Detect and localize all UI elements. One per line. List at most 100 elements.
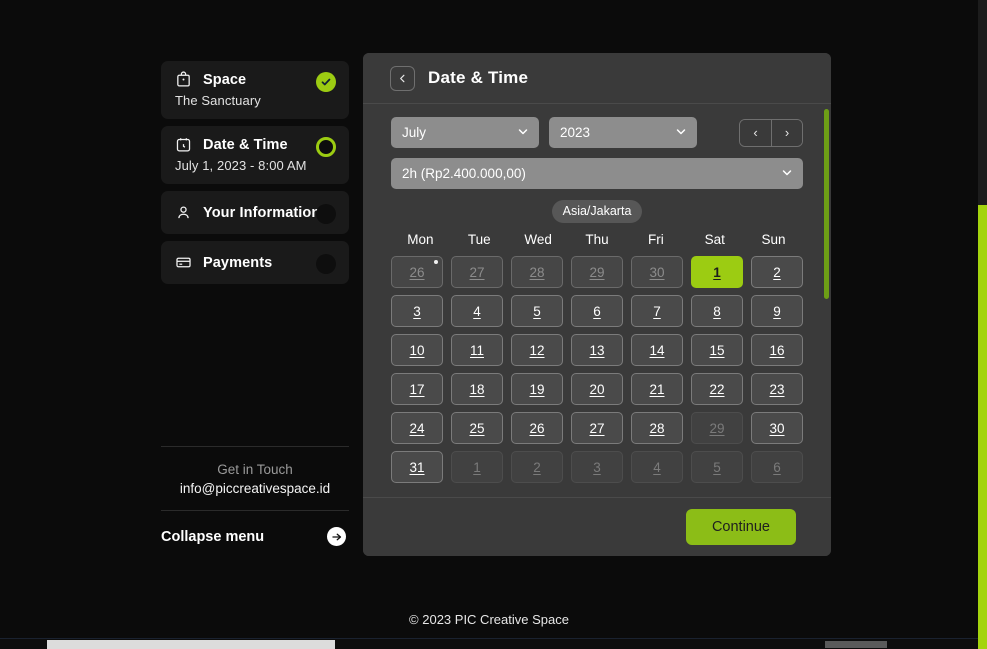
calendar-day-cell[interactable]: 13 xyxy=(571,334,623,366)
calendar-day-cell[interactable]: 26 xyxy=(511,412,563,444)
calendar-day-cell[interactable]: 23 xyxy=(751,373,803,405)
sidebar-item-date-time-row: Date & Time xyxy=(175,136,335,153)
contact-email[interactable]: info@piccreativespace.id xyxy=(161,481,349,496)
calendar-day-cell[interactable]: 16 xyxy=(751,334,803,366)
contact-block: Get in Touch info@piccreativespace.id xyxy=(145,447,365,510)
calendar-day-cell[interactable]: 26 xyxy=(391,256,443,288)
calendar-day-label: 26 xyxy=(529,420,545,436)
calendar-day-cell[interactable]: 1 xyxy=(691,256,743,288)
calendar-day-cell[interactable]: 18 xyxy=(451,373,503,405)
calendar-day-cell[interactable]: 9 xyxy=(751,295,803,327)
sidebar-item-space[interactable]: Space The Sanctuary xyxy=(161,61,349,119)
calendar-day-cell[interactable]: 29 xyxy=(571,256,623,288)
next-month-button[interactable]: › xyxy=(771,119,802,146)
calendar-day-label: 5 xyxy=(713,459,721,475)
horizontal-scrollbar-thumb[interactable] xyxy=(47,640,335,649)
vertical-scrollbar-track[interactable] xyxy=(978,0,987,205)
horizontal-scrollbar[interactable] xyxy=(0,638,978,649)
sidebar-item-date-time[interactable]: Date & Time July 1, 2023 - 8:00 AM xyxy=(161,126,349,184)
calendar-day-label: 20 xyxy=(589,381,605,397)
sidebar-item-space-label: Space xyxy=(203,71,247,88)
calendar-day-cell[interactable]: 5 xyxy=(511,295,563,327)
calendar-day-cell: 3 xyxy=(571,451,623,483)
calendar-day-cell[interactable]: 6 xyxy=(571,295,623,327)
calendar-day-cell[interactable]: 4 xyxy=(451,295,503,327)
calendar-day-cell[interactable]: 3 xyxy=(391,295,443,327)
calendar-day-cell[interactable]: 30 xyxy=(631,256,683,288)
calendar-day-cell[interactable]: 15 xyxy=(691,334,743,366)
calendar-day-label: 26 xyxy=(409,264,425,280)
continue-button[interactable]: Continue xyxy=(685,509,796,545)
calendar-day-cell[interactable]: 19 xyxy=(511,373,563,405)
month-select[interactable]: July xyxy=(391,117,539,148)
sidebar-item-your-information-row: Your Information xyxy=(175,204,335,221)
calendar-controls: July 2023 ‹ › xyxy=(391,117,803,148)
sidebar: Space The Sanctuary Date & Time July 1, … xyxy=(145,55,365,555)
duration-select[interactable]: 2h (Rp2.400.000,00) xyxy=(391,158,803,189)
collapse-menu-label: Collapse menu xyxy=(161,528,265,545)
calendar-day-cell[interactable]: 2 xyxy=(751,256,803,288)
calendar-day-label: 7 xyxy=(653,303,661,319)
calendar-day-cell[interactable]: 22 xyxy=(691,373,743,405)
calendar-day-cell[interactable]: 12 xyxy=(511,334,563,366)
calendar-day-cell[interactable]: 27 xyxy=(571,412,623,444)
calendar-day-cell[interactable]: 24 xyxy=(391,412,443,444)
calendar-day-cell[interactable]: 20 xyxy=(571,373,623,405)
calendar-day-cell[interactable]: 14 xyxy=(631,334,683,366)
weekday-label: Wed xyxy=(524,232,552,247)
calendar-day-label: 8 xyxy=(713,303,721,319)
calendar-day-label: 1 xyxy=(473,459,481,475)
calendar-day-cell[interactable]: 7 xyxy=(631,295,683,327)
vertical-scrollbar[interactable] xyxy=(978,0,987,649)
status-badge-space-complete xyxy=(316,72,336,92)
calendar-day-label: 1 xyxy=(713,264,721,280)
calendar-day-cell[interactable]: 11 xyxy=(451,334,503,366)
sidebar-item-payments[interactable]: Payments xyxy=(161,241,349,284)
calendar-day-label: 31 xyxy=(409,459,425,475)
calendar-day-cell[interactable]: 28 xyxy=(511,256,563,288)
calendar-day-cell[interactable]: 17 xyxy=(391,373,443,405)
calendar-day-label: 27 xyxy=(589,420,605,436)
status-badge-payments-pending xyxy=(316,254,336,274)
calendar-day-cell[interactable]: 10 xyxy=(391,334,443,366)
calendar-day-cell[interactable]: 27 xyxy=(451,256,503,288)
modal-scrollbar[interactable] xyxy=(824,109,829,497)
calendar-day-label: 22 xyxy=(709,381,725,397)
vertical-scrollbar-thumb[interactable] xyxy=(978,205,987,649)
calendar-day-cell[interactable]: 8 xyxy=(691,295,743,327)
contact-title: Get in Touch xyxy=(217,462,293,477)
calendar-day-label: 12 xyxy=(529,342,545,358)
calendar-day-label: 21 xyxy=(649,381,665,397)
calendar-day-cell[interactable]: 31 xyxy=(391,451,443,483)
calendar-day-cell[interactable]: 25 xyxy=(451,412,503,444)
calendar-day-cell[interactable]: 28 xyxy=(631,412,683,444)
calendar-day-label: 3 xyxy=(413,303,421,319)
calendar-day-label: 4 xyxy=(653,459,661,475)
prev-month-button[interactable]: ‹ xyxy=(740,119,771,146)
calendar-day-label: 2 xyxy=(773,264,781,280)
modal-scrollbar-thumb[interactable] xyxy=(824,109,829,299)
horizontal-scrollbar-segment[interactable] xyxy=(825,641,887,648)
calendar-day-label: 17 xyxy=(409,381,425,397)
sidebar-item-your-information[interactable]: Your Information xyxy=(161,191,349,234)
date-time-modal: Date & Time July 2023 ‹ › 2h (Rp2.400.00… xyxy=(363,53,831,556)
chevron-left-icon[interactable] xyxy=(390,65,415,91)
year-select[interactable]: 2023 xyxy=(549,117,697,148)
month-nav-group: ‹ › xyxy=(739,118,803,147)
weekday-label: Sun xyxy=(761,232,786,247)
calendar-day-label: 28 xyxy=(649,420,665,436)
calendar-day-cell[interactable]: 21 xyxy=(631,373,683,405)
calendar-day-label: 28 xyxy=(529,264,545,280)
calendar-day-label: 29 xyxy=(589,264,605,280)
collapse-menu-button[interactable]: Collapse menu xyxy=(145,511,365,546)
calendar-day-label: 9 xyxy=(773,303,781,319)
chevron-down-icon xyxy=(781,166,793,181)
calendar-day-label: 10 xyxy=(409,342,425,358)
calendar-day-cell: 4 xyxy=(631,451,683,483)
sidebar-item-payments-label: Payments xyxy=(203,254,273,271)
sidebar-item-space-value: The Sanctuary xyxy=(175,93,261,108)
modal-header: Date & Time xyxy=(363,53,831,104)
calendar-day-cell[interactable]: 30 xyxy=(751,412,803,444)
arrow-right-circle-icon[interactable] xyxy=(327,527,346,546)
weekday-label: Mon xyxy=(407,232,434,247)
